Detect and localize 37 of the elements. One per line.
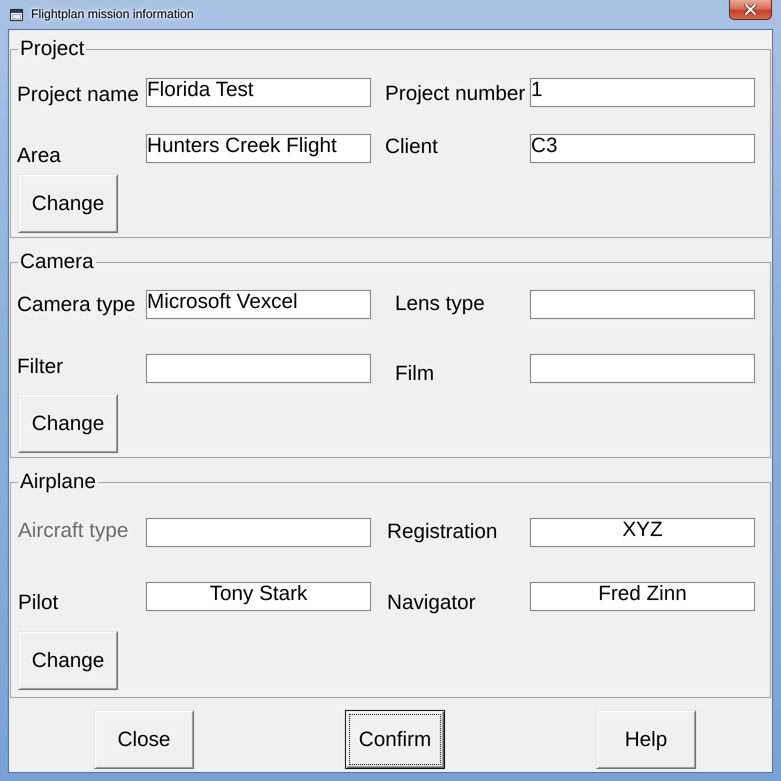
- field-label: Project name: [17, 83, 140, 106]
- field-label: Client: [384, 135, 439, 158]
- group-title: Airplane: [19, 470, 97, 495]
- text-field[interactable]: [530, 290, 755, 319]
- field-label: Pilot: [17, 591, 60, 614]
- text-field[interactable]: Microsoft Vexcel: [146, 290, 371, 319]
- field-label: Registration: [386, 520, 498, 543]
- text-field[interactable]: Florida Test: [146, 78, 371, 107]
- help-button[interactable]: Help: [596, 710, 696, 769]
- field-label: Filter: [17, 355, 64, 378]
- text-field[interactable]: Tony Stark: [146, 582, 371, 611]
- field-label: Film: [394, 362, 436, 385]
- text-field[interactable]: [146, 354, 371, 383]
- text-field[interactable]: C3: [530, 134, 755, 163]
- window-icon: [10, 9, 23, 21]
- change-button[interactable]: Change: [18, 394, 118, 453]
- field-label: Project number: [384, 82, 526, 105]
- close-button[interactable]: Close: [94, 710, 194, 769]
- field-label: Lens type: [394, 292, 486, 315]
- text-field[interactable]: [530, 354, 755, 383]
- confirm-button[interactable]: Confirm: [345, 710, 445, 769]
- window-close-button[interactable]: [729, 0, 772, 20]
- text-field[interactable]: [146, 518, 371, 547]
- text-field[interactable]: Hunters Creek Flight: [146, 134, 371, 163]
- group-title: Project: [19, 37, 86, 62]
- field-label: Navigator: [386, 591, 477, 614]
- text-field[interactable]: 1: [530, 78, 755, 107]
- field-label: Area: [17, 144, 62, 167]
- text-field[interactable]: XYZ: [530, 518, 755, 547]
- change-button[interactable]: Change: [18, 174, 118, 233]
- change-button[interactable]: Change: [18, 631, 118, 690]
- text-field[interactable]: Fred Zinn: [530, 582, 755, 611]
- window-title: Flightplan mission information: [31, 7, 194, 22]
- close-icon: [744, 4, 757, 15]
- group-title: Camera: [19, 250, 95, 275]
- field-label: Aircraft type: [17, 519, 130, 542]
- field-label: Camera type: [17, 293, 136, 316]
